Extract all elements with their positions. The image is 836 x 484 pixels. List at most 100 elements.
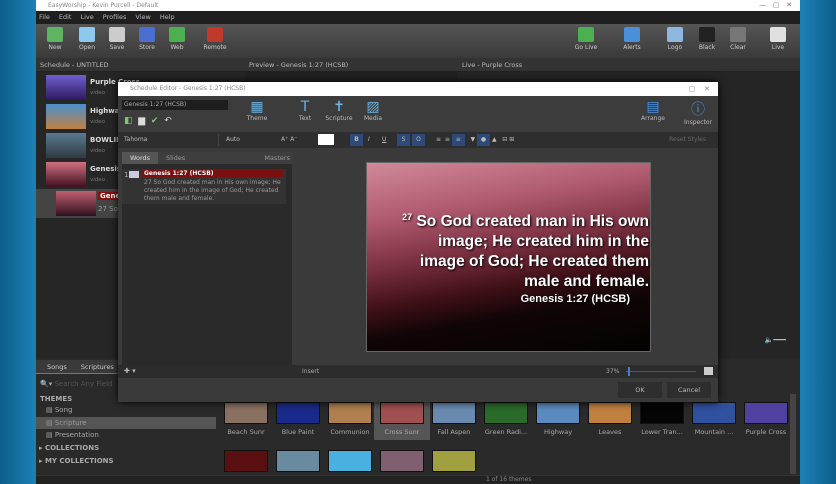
outline-button[interactable]: O bbox=[412, 134, 425, 146]
align-buttons[interactable]: ≡ ≡ ≡ ▼ ● ▲ ⊟ ⊞ bbox=[436, 134, 514, 146]
spellcheck-icon: ✔ bbox=[150, 116, 159, 126]
theme-thumbnail[interactable]: Communion bbox=[322, 398, 378, 440]
theme-thumbnail[interactable]: Green Radi... bbox=[478, 398, 534, 440]
font-select[interactable]: Tahoma bbox=[124, 134, 219, 146]
tab-scriptures[interactable]: Scriptures bbox=[81, 363, 114, 371]
item-name-input[interactable]: Genesis 1:27 (HCSB) bbox=[122, 100, 228, 110]
volume-icon[interactable]: 🔈━━━ bbox=[765, 336, 786, 344]
cancel-button[interactable]: Cancel bbox=[667, 382, 711, 398]
menu-edit[interactable]: Edit bbox=[59, 11, 72, 24]
text-icon: T bbox=[300, 99, 310, 115]
theme-thumbnail[interactable] bbox=[432, 450, 476, 472]
alerts-button[interactable]: Alerts bbox=[617, 27, 647, 51]
title-bar: EasyWorship - Kevin Purcell - Default bbox=[36, 0, 800, 11]
slide-list-item[interactable]: 1 Genesis 1:27 (HCSB) 27 So God created … bbox=[122, 169, 286, 204]
open-button[interactable]: Open bbox=[72, 27, 102, 51]
theme-thumbnail[interactable]: Fall Aspen bbox=[426, 398, 482, 440]
tab-masters[interactable]: Masters bbox=[264, 152, 290, 164]
theme-thumbnail[interactable] bbox=[380, 450, 424, 472]
go-live-icon bbox=[578, 27, 594, 42]
logo-button[interactable]: Logo bbox=[660, 27, 690, 51]
add-button[interactable]: ✚ ▾ bbox=[124, 367, 136, 375]
thumbnail bbox=[46, 75, 86, 100]
theme-thumbnail[interactable]: Beach Sunr bbox=[218, 398, 274, 440]
theme-thumbnail[interactable]: Mountain ... bbox=[686, 398, 742, 440]
slide-preview[interactable]: 27 So God created man in His own image; … bbox=[366, 162, 651, 352]
tab-words[interactable]: Words bbox=[122, 152, 158, 164]
thumbnail bbox=[46, 133, 86, 158]
web-button[interactable]: Web bbox=[162, 27, 192, 51]
clear-button[interactable]: Clear bbox=[723, 27, 753, 51]
scripture-button[interactable]: ✝ Scripture bbox=[322, 99, 356, 122]
remote-button[interactable]: Remote bbox=[200, 27, 230, 51]
save-button[interactable]: Save bbox=[102, 27, 132, 51]
menu-file[interactable]: File bbox=[39, 11, 50, 24]
underline-button[interactable]: U bbox=[382, 134, 386, 146]
fit-icon[interactable] bbox=[704, 367, 713, 375]
slide-verse-text: So God created man in His own image; He … bbox=[416, 213, 649, 291]
slide-icon bbox=[129, 171, 139, 178]
search-input[interactable]: 🔍▾ Search Any Field bbox=[40, 380, 113, 388]
undo-icon: ↶ bbox=[164, 116, 172, 126]
save-icon bbox=[109, 27, 125, 42]
slide-text[interactable]: 27 So God created man in His own image; … bbox=[144, 179, 284, 203]
theme-thumbnail[interactable]: Leaves bbox=[582, 398, 638, 440]
go-live-button[interactable]: Go Live bbox=[571, 27, 601, 51]
size-select[interactable]: Auto bbox=[226, 134, 274, 146]
thumbnail bbox=[56, 191, 96, 216]
store-button[interactable]: Store bbox=[132, 27, 162, 51]
font-grow-shrink[interactable]: A⁺ A⁻ bbox=[281, 134, 297, 146]
new-button[interactable]: New bbox=[40, 27, 70, 51]
reset-styles-button[interactable]: Reset Styles bbox=[669, 134, 706, 146]
clear-icon bbox=[730, 27, 746, 42]
bold-button[interactable]: B bbox=[350, 134, 363, 146]
folder-icon bbox=[79, 27, 95, 42]
theme-thumbnail[interactable] bbox=[224, 450, 268, 472]
live-button[interactable]: Live bbox=[763, 27, 793, 51]
verse-number: 27 bbox=[402, 212, 413, 222]
dialog-window-controls[interactable]: ▢ ✕ bbox=[689, 82, 710, 96]
tab-slides[interactable]: Slides bbox=[166, 152, 185, 164]
new-file-icon bbox=[47, 27, 63, 42]
themes-presentation[interactable]: ▤ Presentation bbox=[46, 431, 99, 439]
menu-help[interactable]: Help bbox=[160, 11, 175, 24]
text-button[interactable]: T Text bbox=[288, 99, 322, 122]
theme-thumbnail[interactable]: Highway bbox=[530, 398, 586, 440]
collections-node[interactable]: ▸ COLLECTIONS bbox=[39, 444, 99, 452]
shadow-button[interactable]: S bbox=[397, 134, 410, 146]
theme-thumbnail[interactable]: Cross Sunr bbox=[374, 398, 430, 440]
theme-thumbnail[interactable] bbox=[328, 450, 372, 472]
menu-live[interactable]: Live bbox=[80, 11, 93, 24]
thumbnail bbox=[46, 162, 86, 187]
themes-scripture[interactable]: ▤ Scripture bbox=[36, 417, 216, 429]
window-controls[interactable]: — ▢ ✕ bbox=[759, 0, 792, 11]
my-collections-node[interactable]: ▸ MY COLLECTIONS bbox=[39, 457, 114, 465]
black-button[interactable]: Black bbox=[692, 27, 722, 51]
theme-thumbnail[interactable]: Purple Cross bbox=[738, 398, 794, 440]
themes-label: THEMES bbox=[40, 395, 73, 403]
theme-thumbnail[interactable]: Blue Paint bbox=[270, 398, 326, 440]
theme-button[interactable]: ▦ Theme bbox=[240, 99, 274, 122]
search-icon: 🔍▾ bbox=[40, 380, 55, 388]
live-header: Live - Purple Cross bbox=[458, 58, 800, 72]
italic-button[interactable]: I bbox=[368, 134, 370, 146]
theme-thumbnail[interactable]: Lower Tran... bbox=[634, 398, 690, 440]
color-picker[interactable] bbox=[318, 134, 334, 145]
slide-reference: Genesis 1:27 (HCSB) bbox=[520, 293, 630, 305]
tab-songs[interactable]: Songs bbox=[47, 363, 67, 371]
schedule-editor-dialog: Schedule Editor - Genesis 1:27 (HCSB) ▢ … bbox=[118, 82, 718, 402]
theme-count: 1 of 16 themes bbox=[486, 476, 532, 483]
info-icon: ⓘ bbox=[691, 102, 705, 118]
insert-label[interactable]: Insert bbox=[302, 368, 319, 375]
media-button[interactable]: ▨ Media bbox=[356, 99, 390, 122]
editor-tools[interactable]: ◧ ▆ ✔ ↶ bbox=[124, 116, 172, 126]
ok-button[interactable]: OK bbox=[618, 382, 662, 398]
themes-song[interactable]: ▤ Song bbox=[46, 406, 72, 414]
theme-thumbnail[interactable] bbox=[276, 450, 320, 472]
alerts-icon bbox=[624, 27, 640, 42]
inspector-button[interactable]: ⓘ Inspector bbox=[678, 99, 718, 126]
zoom-slider[interactable] bbox=[626, 367, 696, 376]
arrange-button[interactable]: ▤ Arrange bbox=[633, 99, 673, 122]
menu-view[interactable]: View bbox=[135, 11, 150, 24]
menu-profiles[interactable]: Profiles bbox=[103, 11, 127, 24]
